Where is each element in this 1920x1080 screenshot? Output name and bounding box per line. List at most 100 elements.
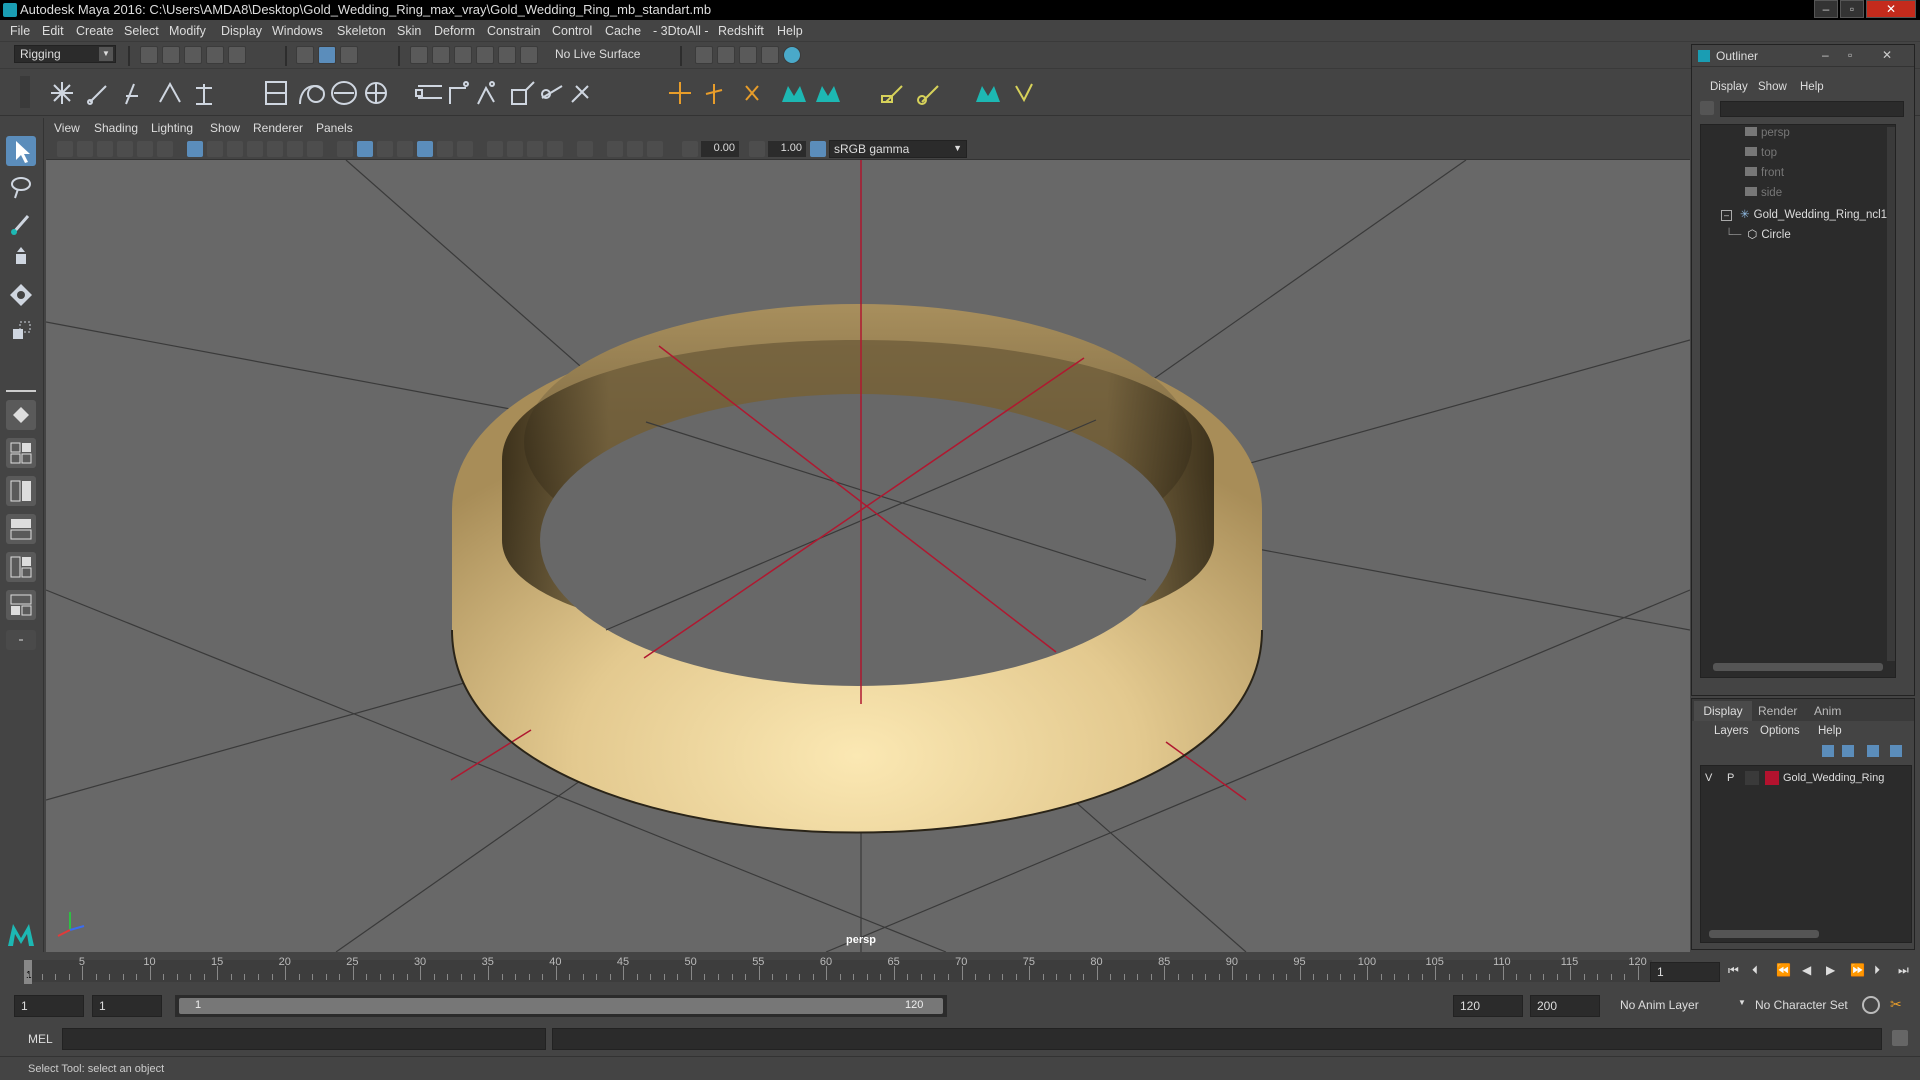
scale-tool-icon[interactable] [6, 316, 36, 346]
xray-joints-icon[interactable] [647, 141, 663, 157]
maximize-button[interactable]: ▫ [1840, 0, 1864, 18]
list-item[interactable]: side [1745, 187, 1782, 205]
menu-display[interactable]: Display [221, 24, 262, 38]
tab-anim[interactable]: Anim [1814, 704, 1841, 718]
snap-grid-icon[interactable] [410, 46, 428, 64]
snap-surface-icon[interactable] [498, 46, 516, 64]
step-back-frame-icon[interactable]: ⏴ [1752, 963, 1758, 978]
snap-view-plane-icon[interactable] [476, 46, 494, 64]
render-settings-icon[interactable] [761, 46, 779, 64]
minimize-button[interactable]: – [1814, 0, 1838, 18]
outliner-menu-help[interactable]: Help [1800, 81, 1824, 93]
playback-end-field[interactable]: 120 [1453, 995, 1523, 1017]
render-current-icon[interactable] [717, 46, 735, 64]
smooth-shade-icon[interactable] [357, 141, 373, 157]
current-frame-field[interactable]: 1 [1650, 962, 1720, 982]
vp-menu-view[interactable]: View [54, 121, 80, 135]
menu-skin[interactable]: Skin [397, 24, 421, 38]
animation-preferences-icon[interactable]: ✂ [1890, 996, 1908, 1014]
vp-menu-shading[interactable]: Shading [94, 121, 138, 135]
select-tool-icon[interactable] [6, 136, 36, 166]
persp-outliner-layout-icon[interactable] [6, 476, 36, 506]
list-item[interactable]: top [1745, 147, 1777, 165]
go-to-start-icon[interactable]: ⏮ [1728, 963, 1739, 978]
layer-row[interactable]: V P Gold_Wedding_Ring [1701, 770, 1911, 788]
menu-redshift[interactable]: Redshift [718, 24, 764, 38]
xray-icon[interactable] [607, 141, 623, 157]
grease-pencil-icon[interactable] [157, 141, 173, 157]
select-component-icon[interactable] [340, 46, 358, 64]
field-chart-icon[interactable] [267, 141, 283, 157]
select-hierarchy-icon[interactable] [296, 46, 314, 64]
snap-curve-icon[interactable] [432, 46, 450, 64]
ipr-render-icon[interactable] [739, 46, 757, 64]
rotate-tool-icon[interactable] [6, 280, 36, 310]
tab-display[interactable]: Display [1694, 701, 1752, 721]
single-perspective-layout-icon[interactable] [6, 400, 36, 430]
four-view-layout-icon[interactable] [6, 438, 36, 468]
live-surface-field[interactable]: No Live Surface [552, 45, 642, 63]
uv-editor-layout-icon[interactable] [6, 590, 36, 620]
select-camera-icon[interactable] [57, 141, 73, 157]
persp-graph-layout-icon[interactable] [6, 514, 36, 544]
hypershade-layout-icon[interactable] [6, 552, 36, 582]
move-layer-up-icon[interactable] [1822, 745, 1834, 757]
bookmark-icon[interactable] [97, 141, 113, 157]
exposure-field[interactable]: 0.00 [701, 141, 739, 157]
menu-control[interactable]: Control [552, 24, 592, 38]
render-view-icon[interactable] [695, 46, 713, 64]
outliner-filter-icon[interactable] [1700, 101, 1714, 115]
new-scene-icon[interactable] [140, 46, 158, 64]
persp-viewport[interactable]: persp [46, 160, 1690, 952]
menu-select[interactable]: Select [124, 24, 159, 38]
open-scene-icon[interactable] [162, 46, 180, 64]
outliner-close-button[interactable]: ✕ [1882, 48, 1892, 62]
menu-edit[interactable]: Edit [42, 24, 64, 38]
step-back-key-icon[interactable]: ⏪ [1776, 963, 1791, 977]
outliner-horizontal-scrollbar[interactable] [1713, 663, 1883, 671]
outliner-menu-display[interactable]: Display [1710, 81, 1748, 93]
film-gate-icon[interactable] [207, 141, 223, 157]
isolate-select-icon[interactable] [577, 141, 593, 157]
layer-color-swatch[interactable] [1765, 771, 1779, 785]
menu-skeleton[interactable]: Skeleton [337, 24, 386, 38]
layer-horizontal-scrollbar[interactable] [1709, 930, 1819, 938]
two-d-pan-icon[interactable] [137, 141, 153, 157]
new-layer-icon[interactable] [1867, 745, 1879, 757]
vp-menu-renderer[interactable]: Renderer [253, 121, 303, 135]
layer-display-type[interactable] [1745, 771, 1759, 785]
list-item[interactable]: – ✳ Gold_Wedding_Ring_ncl1 [1721, 207, 1887, 225]
outliner-vertical-scrollbar[interactable] [1887, 127, 1895, 661]
shelf-options-handle[interactable] [20, 76, 30, 108]
outliner-list[interactable]: persp top front side – ✳ Gold_Wedding_Ring… [1700, 124, 1896, 678]
vp-menu-panels[interactable]: Panels [316, 121, 353, 135]
playback-start-field[interactable]: 1 [92, 995, 162, 1017]
range-slider-handle[interactable] [179, 998, 943, 1014]
gamma-icon[interactable] [749, 141, 765, 157]
list-item[interactable]: front [1745, 167, 1784, 185]
color-management-icon[interactable] [810, 141, 826, 157]
tab-render[interactable]: Render [1758, 704, 1797, 718]
screen-space-ao-icon[interactable] [487, 141, 503, 157]
layers-menu-options[interactable]: Options [1760, 725, 1800, 737]
menu-set-dropdown[interactable]: Rigging ▼ [14, 45, 116, 63]
resolution-gate-icon[interactable] [227, 141, 243, 157]
use-all-lights-icon[interactable] [437, 141, 453, 157]
wireframe-on-shaded-icon[interactable] [397, 141, 413, 157]
range-slider[interactable]: 1 120 [175, 995, 947, 1017]
exposure-icon[interactable] [682, 141, 698, 157]
outliner-minimize-button[interactable]: – [1822, 48, 1829, 62]
wireframe-icon[interactable] [337, 141, 353, 157]
undo-icon[interactable] [206, 46, 224, 64]
new-layer-selected-icon[interactable] [1890, 745, 1902, 757]
script-editor-icon[interactable] [1892, 1030, 1908, 1046]
safe-action-icon[interactable] [287, 141, 303, 157]
list-item[interactable]: persp [1745, 127, 1790, 145]
gamma-field[interactable]: 1.00 [768, 141, 806, 157]
vp-menu-lighting[interactable]: Lighting [151, 121, 193, 135]
hypershade-icon[interactable] [783, 46, 801, 64]
layout-menu-icon[interactable] [6, 630, 36, 650]
list-item[interactable]: └─ ⬡ Circle [1725, 227, 1791, 245]
use-default-material-icon[interactable] [377, 141, 393, 157]
command-language-label[interactable]: MEL [28, 1032, 53, 1046]
